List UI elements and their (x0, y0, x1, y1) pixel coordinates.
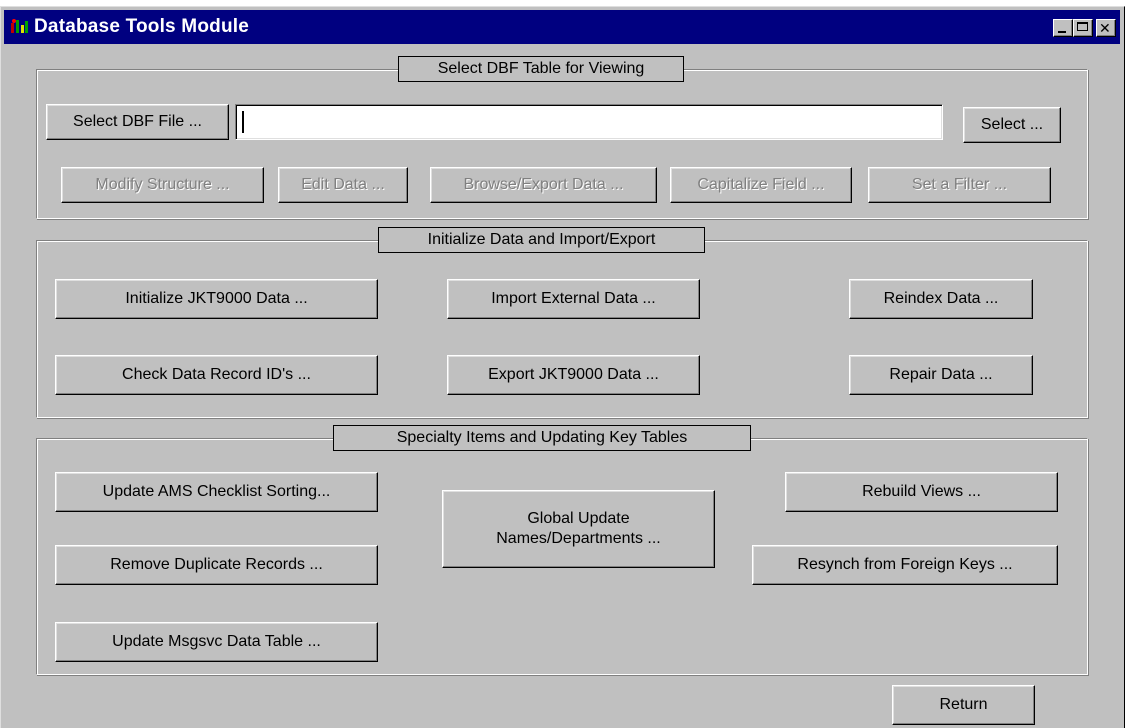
maximize-icon (1077, 22, 1088, 31)
app-icon (11, 19, 28, 33)
select-dbf-group: Select DBF Table for Viewing Select DBF … (36, 56, 1088, 219)
remove-duplicate-records-button[interactable]: Remove Duplicate Records ... (55, 545, 378, 585)
check-data-record-ids-button[interactable]: Check Data Record ID's ... (55, 355, 378, 395)
select-button[interactable]: Select ... (963, 107, 1061, 143)
database-tools-window: Database Tools Module ✕ Select DBF Table… (0, 6, 1125, 728)
export-jkt9000-data-button[interactable]: Export JKT9000 Data ... (447, 355, 700, 395)
reindex-data-button[interactable]: Reindex Data ... (849, 279, 1033, 319)
repair-data-button[interactable]: Repair Data ... (849, 355, 1033, 395)
return-button[interactable]: Return (892, 685, 1035, 725)
select-dbf-legend: Select DBF Table for Viewing (398, 56, 684, 82)
initialize-jkt9000-button[interactable]: Initialize JKT9000 Data ... (55, 279, 378, 319)
rebuild-views-button[interactable]: Rebuild Views ... (785, 472, 1058, 512)
update-msgsvc-data-table-button[interactable]: Update Msgsvc Data Table ... (55, 622, 378, 662)
specialty-items-legend: Specialty Items and Updating Key Tables (333, 425, 751, 451)
dbf-file-path-input[interactable] (235, 104, 943, 140)
minimize-button[interactable] (1053, 19, 1073, 37)
initialize-data-legend: Initialize Data and Import/Export (378, 227, 705, 253)
close-button[interactable]: ✕ (1096, 19, 1116, 37)
edit-data-button[interactable]: Edit Data ... (278, 167, 408, 203)
capitalize-field-button[interactable]: Capitalize Field ... (670, 167, 852, 203)
window-title: Database Tools Module (34, 16, 249, 37)
modify-structure-button[interactable]: Modify Structure ... (61, 167, 264, 203)
browse-export-data-button[interactable]: Browse/Export Data ... (430, 167, 657, 203)
global-update-line-1: Global Update (527, 510, 630, 527)
update-ams-checklist-button[interactable]: Update AMS Checklist Sorting... (55, 472, 378, 512)
text-caret (242, 111, 244, 133)
resynch-foreign-keys-button[interactable]: Resynch from Foreign Keys ... (752, 545, 1058, 585)
global-update-line-2: Names/Departments ... (496, 530, 661, 547)
global-update-names-departments-button[interactable]: Global Update Names/Departments ... (442, 490, 715, 568)
minimize-icon (1058, 31, 1066, 33)
close-icon: ✕ (1099, 20, 1111, 36)
import-external-data-button[interactable]: Import External Data ... (447, 279, 700, 319)
title-bar[interactable]: Database Tools Module ✕ (4, 10, 1120, 44)
maximize-button[interactable] (1073, 19, 1093, 37)
set-filter-button[interactable]: Set a Filter ... (868, 167, 1051, 203)
initialize-data-group: Initialize Data and Import/Export Initia… (36, 227, 1088, 418)
specialty-items-group: Specialty Items and Updating Key Tables … (36, 425, 1088, 675)
select-dbf-file-button[interactable]: Select DBF File ... (46, 104, 229, 140)
